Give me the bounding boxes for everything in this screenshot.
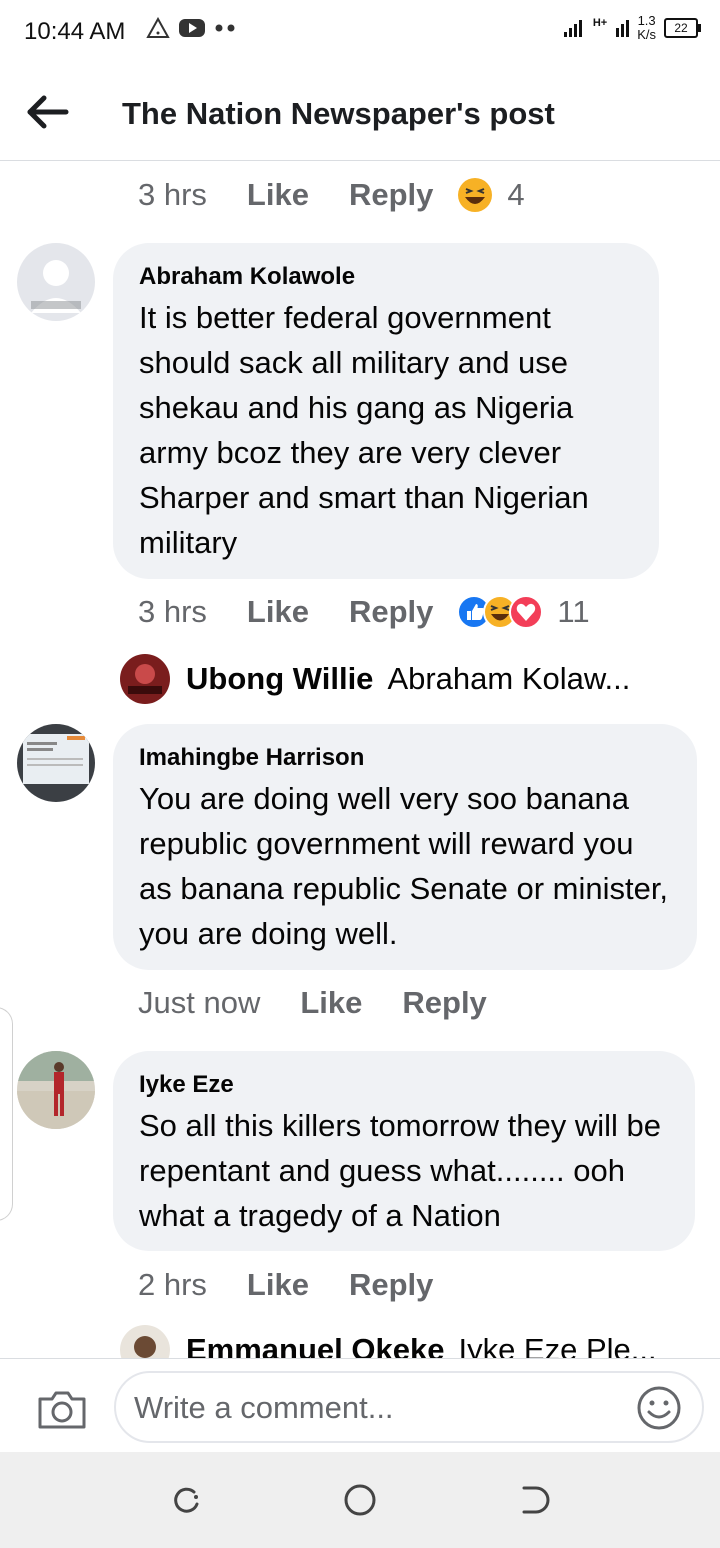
- comment-input[interactable]: [132, 1385, 626, 1431]
- back-icon[interactable]: [516, 1482, 552, 1518]
- network-speed-unit: K/s: [637, 27, 656, 42]
- signal-icon: [563, 20, 582, 37]
- warning-icon: [146, 17, 170, 38]
- post-header: The Nation Newspaper's post: [0, 66, 720, 161]
- reactions[interactable]: [457, 595, 544, 629]
- comment-author[interactable]: Imahingbe Harrison: [139, 744, 671, 772]
- comment-author[interactable]: Abraham Kolawole: [139, 263, 633, 291]
- signal-type-label: H+: [592, 17, 608, 29]
- like-button[interactable]: Like: [247, 177, 309, 213]
- reaction-count: 11: [557, 594, 590, 629]
- reply-button[interactable]: Reply: [402, 985, 486, 1021]
- reply-button[interactable]: Reply: [349, 1267, 433, 1303]
- camera-icon[interactable]: [36, 1387, 88, 1431]
- like-button[interactable]: Like: [300, 985, 362, 1021]
- status-system-icons: H+ 1.3 K/s 22: [563, 14, 701, 42]
- reply-preview[interactable]: Ubong Willie Abraham Kolaw...: [120, 654, 630, 704]
- haha-reaction-icon: [458, 178, 493, 212]
- comments-feed[interactable]: 3 hrs Like Reply 4 Abraham Kolawole It i…: [0, 161, 720, 1358]
- profile-photo-icon: [17, 1051, 95, 1129]
- status-notification-icons: [146, 17, 236, 39]
- comment-action-row: 3 hrs Like Reply 4: [138, 177, 525, 213]
- comment-bubble[interactable]: Iyke Eze So all this killers tomorrow th…: [113, 1051, 695, 1251]
- reply-author[interactable]: Emmanuel Okeke: [186, 1332, 444, 1358]
- comment-time: 3 hrs: [138, 594, 207, 629]
- profile-photo-icon: [120, 654, 170, 704]
- reply-snippet: Iyke Eze Ple...: [458, 1332, 657, 1358]
- reply-preview[interactable]: Emmanuel Okeke Iyke Eze Ple...: [120, 1325, 657, 1358]
- status-bar: 10:44 AM H+ 1.3 K/s 22: [0, 0, 720, 66]
- network-speed: 1.3 K/s: [637, 14, 656, 42]
- avatar[interactable]: [17, 724, 95, 802]
- floating-side-handle[interactable]: [0, 1007, 13, 1221]
- home-icon[interactable]: [342, 1482, 378, 1518]
- comment-text: So all this killers tomorrow they will b…: [139, 1108, 662, 1233]
- comment-text: It is better federal government should s…: [139, 300, 589, 560]
- comment-action-row: 2 hrs Like Reply: [138, 1267, 473, 1303]
- comment-time: Just now: [138, 985, 261, 1020]
- like-button[interactable]: Like: [247, 1267, 309, 1303]
- profile-photo-icon: [120, 1325, 170, 1358]
- more-dots-icon: [215, 24, 235, 32]
- reply-avatar: [120, 1325, 170, 1358]
- comment-input-box[interactable]: [114, 1371, 704, 1443]
- comment-action-row: 3 hrs Like Reply 11: [138, 594, 590, 630]
- system-navigation-bar: [0, 1452, 720, 1548]
- reaction-count: 4: [507, 177, 525, 212]
- like-button[interactable]: Like: [247, 594, 309, 630]
- default-avatar-icon: [17, 243, 95, 321]
- comment-bubble[interactable]: Imahingbe Harrison You are doing well ve…: [113, 724, 697, 970]
- comment-time: 3 hrs: [138, 177, 207, 212]
- back-arrow-icon[interactable]: [26, 92, 70, 132]
- reactions[interactable]: [457, 177, 493, 213]
- comment-composer: [0, 1358, 720, 1453]
- reply-button[interactable]: Reply: [349, 177, 433, 213]
- love-reaction-icon: [509, 595, 544, 629]
- comment-text: You are doing well very soo banana repub…: [139, 781, 669, 951]
- reply-avatar: [120, 654, 170, 704]
- network-speed-value: 1.3: [637, 13, 656, 28]
- signal-icon-2: [616, 20, 630, 37]
- comment-bubble[interactable]: Abraham Kolawole It is better federal go…: [113, 243, 659, 579]
- reply-snippet: Abraham Kolaw...: [387, 661, 631, 696]
- battery-icon: 22: [664, 18, 701, 38]
- profile-photo-icon: [17, 724, 95, 802]
- avatar[interactable]: [17, 1051, 95, 1129]
- reply-author[interactable]: Ubong Willie: [186, 661, 373, 697]
- page-title: The Nation Newspaper's post: [122, 96, 555, 131]
- reply-button[interactable]: Reply: [349, 594, 433, 630]
- comment-author[interactable]: Iyke Eze: [139, 1071, 669, 1099]
- comment-action-row: Just now Like Reply: [138, 985, 527, 1021]
- battery-level: 22: [674, 21, 688, 35]
- emoji-icon[interactable]: [636, 1385, 682, 1431]
- recent-apps-icon[interactable]: [168, 1482, 204, 1518]
- status-time: 10:44 AM: [24, 18, 126, 45]
- avatar[interactable]: [17, 243, 95, 321]
- youtube-icon: [179, 19, 205, 37]
- comment-time: 2 hrs: [138, 1267, 207, 1302]
